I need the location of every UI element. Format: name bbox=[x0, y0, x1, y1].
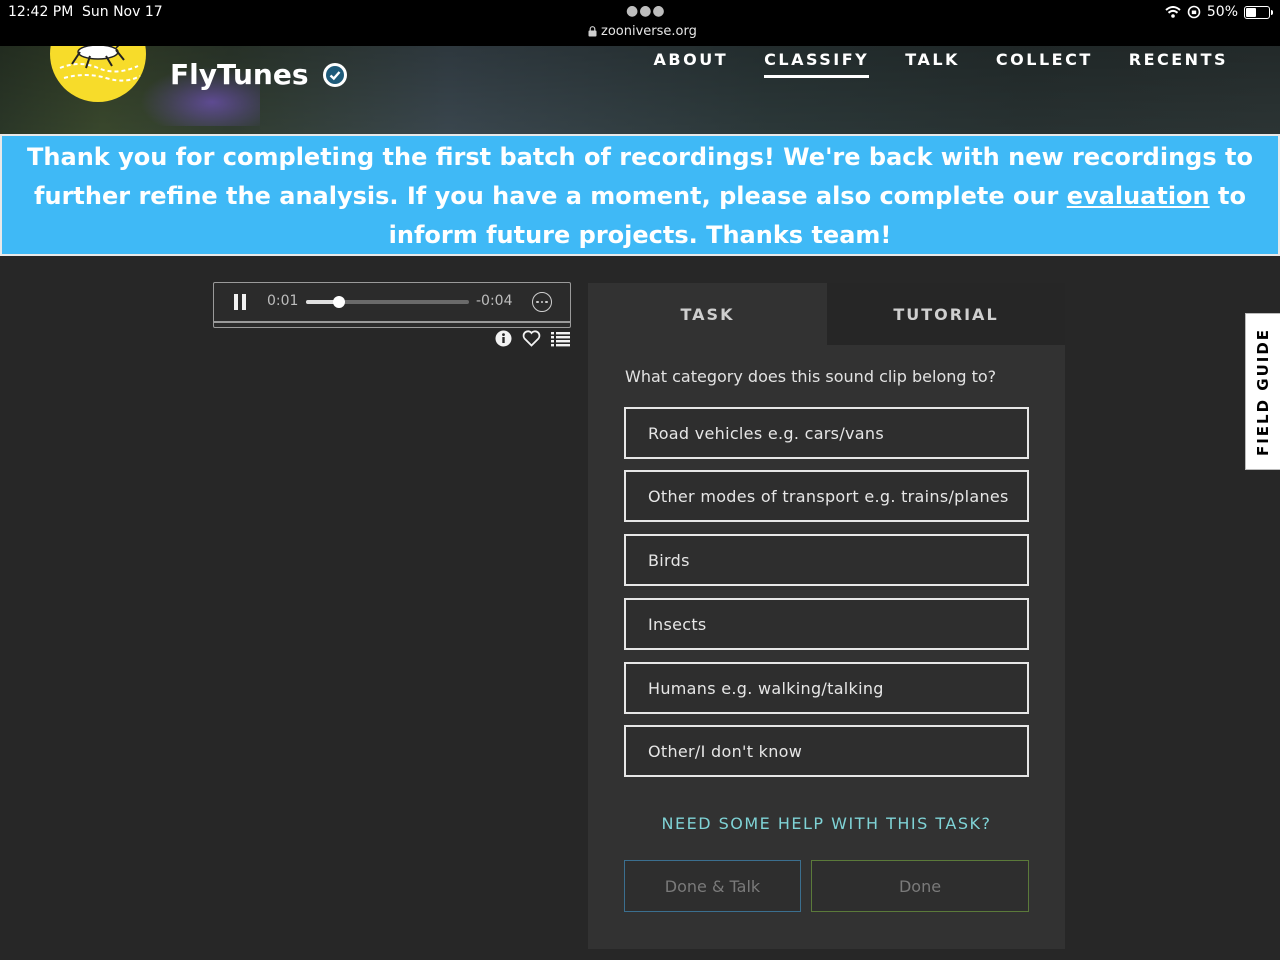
task-question: What category does this sound clip belon… bbox=[625, 367, 997, 386]
task-tabs: TASK TUTORIAL bbox=[588, 283, 1065, 345]
collections-list-icon[interactable] bbox=[551, 331, 570, 347]
announcement-banner: Thank you for completing the first batch… bbox=[0, 134, 1280, 256]
nav-recents[interactable]: RECENTS bbox=[1129, 50, 1228, 78]
done-and-talk-button[interactable]: Done & Talk bbox=[624, 860, 801, 912]
status-time: 12:42 PM bbox=[8, 4, 74, 20]
answer-other-dont-know[interactable]: Other/I don't know bbox=[624, 725, 1029, 777]
progress-thumb[interactable] bbox=[332, 296, 345, 308]
battery-icon bbox=[1244, 5, 1273, 19]
answer-road-vehicles[interactable]: Road vehicles e.g. cars/vans bbox=[624, 407, 1029, 459]
pause-icon[interactable] bbox=[234, 294, 246, 310]
tab-tutorial[interactable]: TUTORIAL bbox=[827, 283, 1065, 345]
url-text: zooniverse.org bbox=[601, 24, 697, 39]
project-header: FlyTunes ABOUT CLASSIFY TALK COLLECT REC… bbox=[0, 46, 1280, 134]
audio-controls: 0:01 -0:04 bbox=[214, 283, 570, 321]
wifi-icon bbox=[1165, 6, 1181, 18]
nav-about[interactable]: ABOUT bbox=[654, 50, 729, 78]
answer-other-transport[interactable]: Other modes of transport e.g. trains/pla… bbox=[624, 470, 1029, 522]
status-bar: 12:42 PM Sun Nov 17 ●●● zooniverse.org 5… bbox=[0, 0, 1280, 46]
task-help-link[interactable]: NEED SOME HELP WITH THIS TASK? bbox=[588, 814, 1065, 833]
answer-humans[interactable]: Humans e.g. walking/talking bbox=[624, 662, 1029, 714]
address-bar[interactable]: zooniverse.org bbox=[588, 24, 697, 39]
project-title[interactable]: FlyTunes bbox=[170, 58, 347, 91]
tab-task[interactable]: TASK bbox=[588, 283, 827, 345]
subject-actions bbox=[495, 330, 570, 347]
project-title-text: FlyTunes bbox=[170, 58, 309, 91]
battery-fill bbox=[1246, 7, 1256, 17]
battery-percent: 50% bbox=[1206, 4, 1238, 20]
audio-player: 0:01 -0:04 bbox=[213, 282, 571, 328]
task-panel: TASK TUTORIAL What category does this so… bbox=[588, 283, 1065, 949]
field-guide-label: FIELD GUIDE bbox=[1254, 327, 1273, 456]
answer-birds[interactable]: Birds bbox=[624, 534, 1029, 586]
more-options-icon[interactable] bbox=[532, 292, 552, 312]
status-date: Sun Nov 17 bbox=[82, 4, 163, 20]
player-divider bbox=[214, 321, 570, 323]
status-indicators: 50% bbox=[1165, 4, 1273, 20]
current-time: 0:01 bbox=[267, 293, 299, 309]
progress-slider[interactable] bbox=[306, 296, 469, 308]
evaluation-link[interactable]: evaluation bbox=[1067, 182, 1210, 210]
nav-talk[interactable]: TALK bbox=[905, 50, 960, 78]
done-button[interactable]: Done bbox=[811, 860, 1029, 912]
info-icon[interactable] bbox=[495, 330, 512, 347]
answer-insects[interactable]: Insects bbox=[624, 598, 1029, 650]
remaining-time: -0:04 bbox=[476, 293, 513, 309]
orientation-lock-icon bbox=[1187, 5, 1201, 19]
project-nav: ABOUT CLASSIFY TALK COLLECT RECENTS bbox=[654, 50, 1228, 78]
project-logo[interactable] bbox=[50, 46, 146, 102]
verified-badge-icon bbox=[322, 62, 347, 87]
field-guide-tab[interactable]: FIELD GUIDE bbox=[1245, 313, 1280, 470]
favorite-heart-icon[interactable] bbox=[522, 330, 541, 347]
nav-classify[interactable]: CLASSIFY bbox=[764, 50, 870, 78]
nav-collect[interactable]: COLLECT bbox=[996, 50, 1093, 78]
lock-icon bbox=[588, 26, 597, 37]
cricket-logo-icon bbox=[59, 46, 141, 82]
multitasking-dots-icon[interactable]: ●●● bbox=[626, 3, 666, 19]
